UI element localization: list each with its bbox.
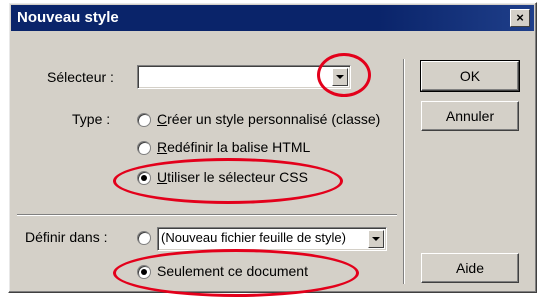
close-icon: ×: [516, 10, 524, 25]
cancel-button[interactable]: Annuler: [421, 101, 519, 131]
title-bar[interactable]: Nouveau style ×: [11, 5, 534, 31]
stylesheet-value: (Nouveau fichier feuille de style): [161, 230, 346, 245]
stylesheet-dropdown-button[interactable]: [368, 230, 384, 248]
selecteur-label: Sélecteur :: [47, 69, 114, 85]
type-label: Type :: [72, 111, 111, 127]
section-divider: [17, 214, 397, 216]
radio-creer-style-label[interactable]: Créer un style personnalisé (classe): [157, 111, 380, 127]
radio-redefinir-balise[interactable]: [137, 141, 151, 155]
buttons-divider: [403, 59, 405, 284]
definir-label: Définir dans :: [25, 229, 108, 245]
radio-redefinir-balise-label[interactable]: Redéfinir la balise HTML: [157, 139, 310, 155]
help-button[interactable]: Aide: [421, 253, 519, 283]
annotation-ellipse-dropdown: [317, 53, 371, 97]
annotation-ellipse-this-document: [113, 249, 359, 297]
chevron-down-icon: [372, 237, 380, 241]
ok-button[interactable]: OK: [420, 60, 520, 92]
close-button[interactable]: ×: [510, 9, 530, 27]
radio-creer-style[interactable]: [137, 113, 151, 127]
window-title: Nouveau style: [17, 9, 119, 26]
stylesheet-combobox[interactable]: (Nouveau fichier feuille de style): [157, 227, 387, 251]
annotation-ellipse-css-selector: [113, 158, 343, 204]
dialog-window: Nouveau style × Sélecteur : Type : Créer…: [8, 2, 537, 297]
radio-feuille-style[interactable]: [137, 231, 151, 245]
